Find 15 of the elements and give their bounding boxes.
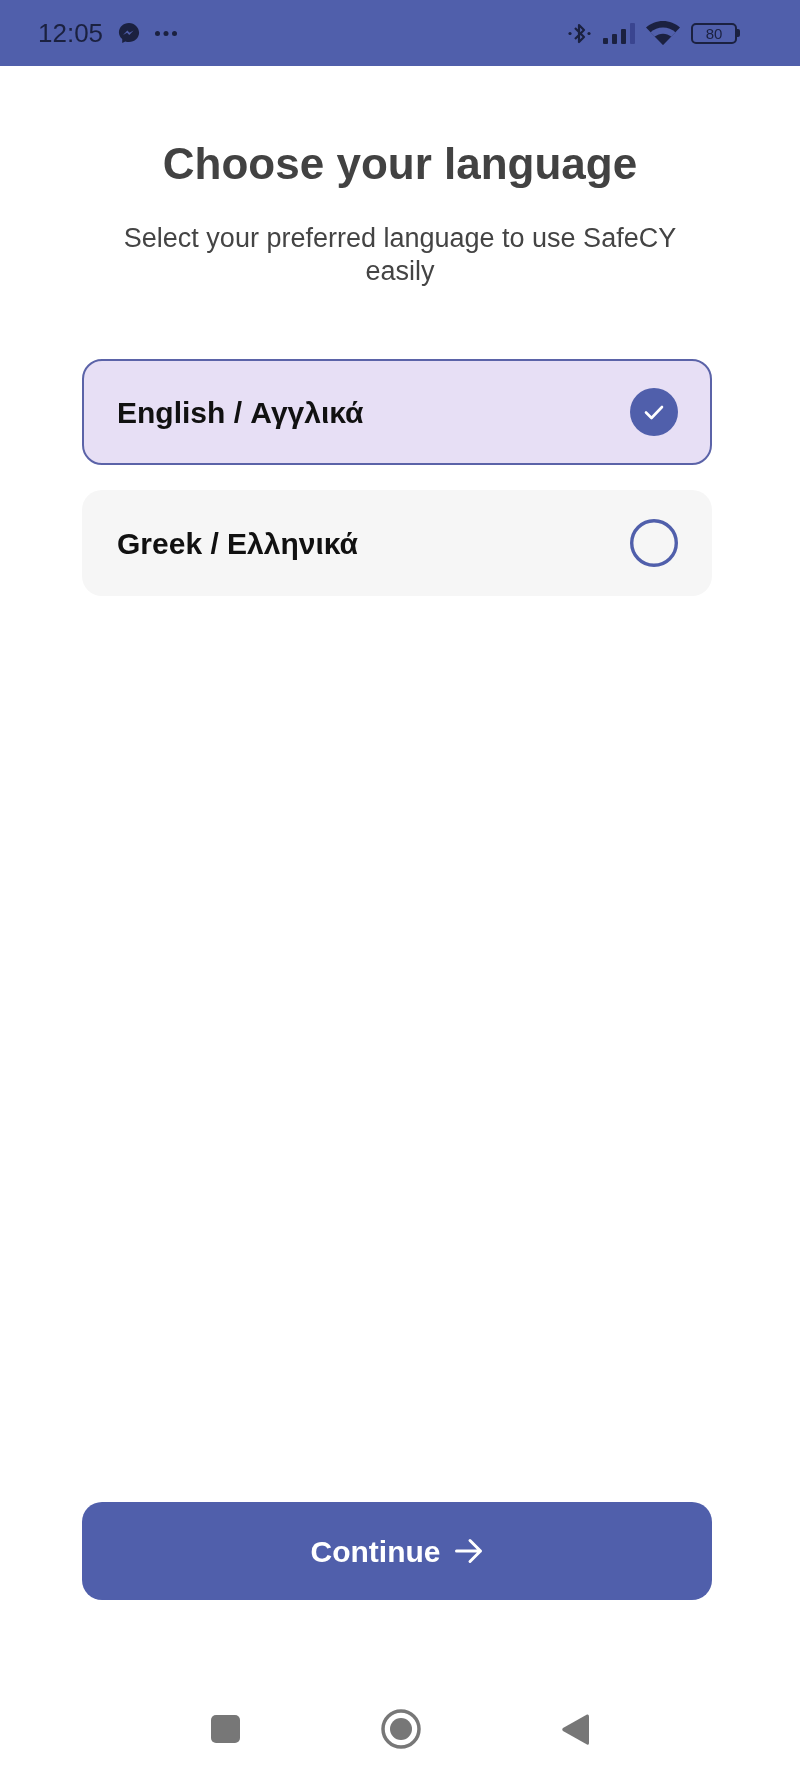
arrow-right-icon bbox=[455, 1538, 484, 1564]
language-option[interactable]: English / Αγγλικά bbox=[82, 359, 712, 465]
wifi-icon bbox=[646, 21, 680, 45]
language-option[interactable]: Greek / Ελληνικά bbox=[82, 490, 712, 596]
chat-bubble-icon bbox=[118, 22, 141, 44]
page-title: Choose your language bbox=[161, 138, 639, 190]
continue-button[interactable]: Continue bbox=[82, 1502, 712, 1600]
status-time: 12:05 bbox=[38, 18, 104, 48]
signal-icon bbox=[603, 22, 637, 44]
recents-icon[interactable] bbox=[211, 1715, 240, 1743]
page-subtitle: Select your preferred language to use SafeCY easily bbox=[122, 222, 678, 288]
battery-indicator: 80 bbox=[691, 22, 740, 44]
home-icon[interactable] bbox=[381, 1709, 421, 1749]
back-icon[interactable] bbox=[562, 1712, 589, 1746]
more-icon bbox=[155, 30, 178, 36]
